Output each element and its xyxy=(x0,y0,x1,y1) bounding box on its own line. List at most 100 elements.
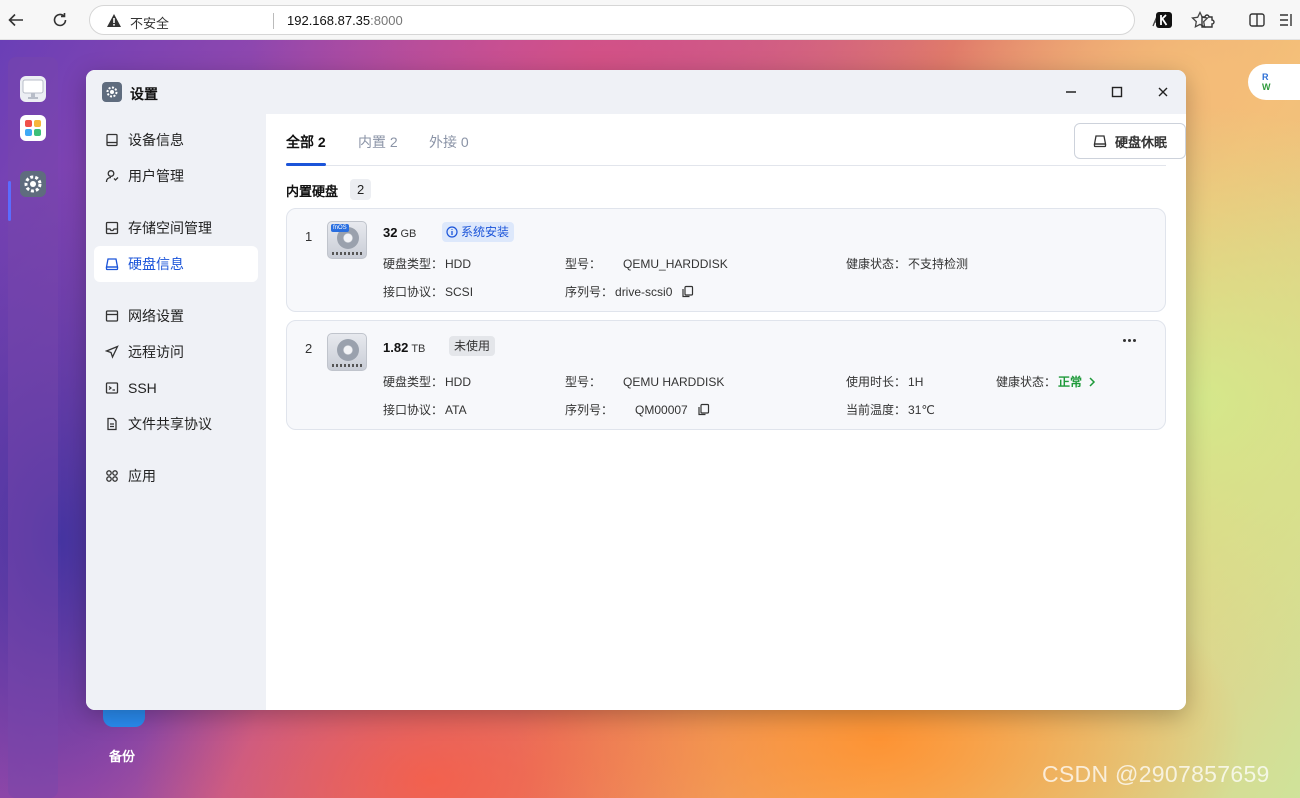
sidebar-item-device-info[interactable]: 设备信息 xyxy=(94,122,258,158)
sidebar-item-file-sharing[interactable]: 文件共享协议 xyxy=(94,406,258,442)
disk-health: 健康状态： 不支持检测 xyxy=(846,255,968,272)
disk-model-label: 型号： xyxy=(565,375,602,389)
disk-health-label: 健康状态： xyxy=(996,375,1057,389)
sidebar-item-label: 文件共享协议 xyxy=(128,416,212,432)
disk-icon xyxy=(104,256,120,272)
minimize-icon[interactable] xyxy=(1061,82,1081,102)
disk-platter xyxy=(337,339,359,361)
disk-serial: 序列号： drive-scsi0 xyxy=(565,283,694,300)
more-dot xyxy=(1128,339,1131,342)
sidebar-item-label: 网络设置 xyxy=(128,308,184,324)
disk-model-value: QEMU HARDDISK xyxy=(623,374,725,389)
user-icon xyxy=(104,168,120,184)
disk-type: 硬盘类型： HDD xyxy=(383,255,471,272)
tab-internal[interactable]: 内置 2 xyxy=(358,132,398,152)
sidebar-item-storage[interactable]: 存储空间管理 xyxy=(94,210,258,246)
sidebar-item-label: 硬盘信息 xyxy=(128,256,184,272)
info-icon xyxy=(446,226,458,238)
sidebar-item-remote-access[interactable]: 远程访问 xyxy=(94,334,258,370)
settings-gear-icon[interactable] xyxy=(20,171,46,197)
disk-health-label: 健康状态： xyxy=(846,257,907,271)
settings-sidebar: 设备信息 用户管理 存储空间管理 硬盘信息 网络设置 远程访问 SSH 文件共享… xyxy=(86,114,266,710)
system-install-badge: 系统安装 xyxy=(442,222,515,242)
disk-serial-label: 序列号： xyxy=(565,403,614,417)
disk-size: 1.82 TB xyxy=(383,340,425,355)
refresh-icon[interactable] xyxy=(49,9,71,31)
settings-window: 设置 设备信息 用户管理 存储空间管理 硬盘信息 网络设置 远程访问 SSH 文… xyxy=(86,70,1186,710)
disk-sleep-label: 硬盘休眠 xyxy=(1114,134,1167,150)
watermark: CSDN @2907857659 xyxy=(1042,761,1270,787)
disk-card[interactable]: 2 1.82 TB 未使用 硬盘类型： HDD 接口协议： ATA 型号： QEMU H… xyxy=(286,320,1166,430)
sidebar-item-apps[interactable]: 应用 xyxy=(94,458,258,494)
disk-type-value: HDD xyxy=(445,256,472,271)
sidebar-item-label: 远程访问 xyxy=(128,344,184,360)
k-extension-icon[interactable] xyxy=(1153,9,1175,31)
window-titlebar[interactable]: 设置 xyxy=(86,70,1186,114)
disk-info-panel: 全部 2 内置 2 外接 0 硬盘休眠 内置硬盘 2 1 fnOS 32 GB 系… xyxy=(266,114,1186,710)
storage-icon xyxy=(104,220,120,236)
disk-serial-value: drive-scsi0 xyxy=(615,284,673,299)
fnos-logo: fnOS xyxy=(331,224,349,232)
sidebar-item-network[interactable]: 网络设置 xyxy=(94,298,258,334)
disk-index: 1 xyxy=(305,229,313,244)
disk-sleep-button[interactable]: 硬盘休眠 xyxy=(1074,123,1186,159)
rw-widget[interactable]: R W xyxy=(1248,64,1300,100)
disk-type-value: HDD xyxy=(445,374,472,389)
disk-base xyxy=(332,252,362,255)
address-separator xyxy=(273,13,274,29)
sidebar-item-label: 存储空间管理 xyxy=(128,220,212,236)
device-icon xyxy=(104,132,120,148)
tab-all[interactable]: 全部 2 xyxy=(286,132,326,152)
disk-protocol-value: ATA xyxy=(445,402,467,417)
tab-external[interactable]: 外接 0 xyxy=(429,132,469,152)
disk-uptime-label: 使用时长： xyxy=(846,375,907,389)
url-host: 192.168.87.35 xyxy=(287,13,371,28)
favorites-bar-icon[interactable] xyxy=(1276,9,1298,31)
disk-health-value: 不支持检测 xyxy=(908,257,969,271)
disk-type: 硬盘类型： HDD xyxy=(383,373,471,390)
section-title: 内置硬盘 xyxy=(286,184,339,199)
active-tab-indicator xyxy=(286,163,326,166)
more-options-icon[interactable] xyxy=(1123,339,1136,342)
system-install-label: 系统安装 xyxy=(461,225,510,239)
copy-icon[interactable] xyxy=(681,285,694,298)
terminal-icon xyxy=(104,380,120,396)
send-icon xyxy=(104,344,120,360)
disk-sleep-icon xyxy=(1093,134,1107,148)
chevron-right-icon[interactable] xyxy=(1088,376,1096,387)
monitor-icon[interactable] xyxy=(20,76,46,102)
disk-protocol: 接口协议： SCSI xyxy=(383,283,473,300)
extensions-puzzle-icon[interactable] xyxy=(1197,9,1219,31)
copy-icon[interactable] xyxy=(697,403,710,416)
app-center-icon[interactable] xyxy=(20,115,46,141)
disk-model-value: QEMU_HARDDISK xyxy=(623,256,728,271)
split-screen-icon[interactable] xyxy=(1246,9,1268,31)
sidebar-item-ssh[interactable]: SSH xyxy=(94,370,258,406)
sidebar-item-user-management[interactable]: 用户管理 xyxy=(94,158,258,194)
sidebar-item-disk-info[interactable]: 硬盘信息 xyxy=(94,246,258,282)
disk-temperature-value: 31℃ xyxy=(908,402,935,417)
disk-protocol-value: SCSI xyxy=(445,284,474,299)
window-title: 设置 xyxy=(130,86,158,102)
disk-health[interactable]: 健康状态： 正常 xyxy=(996,373,1096,390)
close-icon[interactable] xyxy=(1153,82,1173,102)
apps-icon xyxy=(104,468,120,484)
disk-serial: 序列号： QM00007 xyxy=(565,401,710,418)
sidebar-item-label: 用户管理 xyxy=(128,168,184,184)
disk-temperature: 当前温度： 31℃ xyxy=(846,401,935,418)
disk-temperature-label: 当前温度： xyxy=(846,403,907,417)
disk-protocol: 接口协议： ATA xyxy=(383,401,467,418)
disk-filter-tabs: 全部 2 内置 2 外接 0 硬盘休眠 xyxy=(286,114,1186,166)
disk-card[interactable]: 1 fnOS 32 GB 系统安装 硬盘类型： HDD 接口协议： SCSI 型号： Q… xyxy=(286,208,1166,312)
more-dot xyxy=(1123,339,1126,342)
more-dot xyxy=(1133,339,1136,342)
rw-w-label: W xyxy=(1262,82,1271,92)
back-icon[interactable] xyxy=(5,9,27,31)
backup-app-label[interactable]: 备份 xyxy=(109,746,135,765)
disk-type-label: 硬盘类型： xyxy=(383,257,444,271)
disk-size-value: 1.82 xyxy=(383,340,409,355)
disk-model: 型号： QEMU HARDDISK xyxy=(565,373,724,390)
settings-app-icon xyxy=(102,82,122,102)
maximize-icon[interactable] xyxy=(1107,82,1127,102)
address-bar[interactable]: 不安全 192.168.87.35:8000 xyxy=(89,5,1209,35)
